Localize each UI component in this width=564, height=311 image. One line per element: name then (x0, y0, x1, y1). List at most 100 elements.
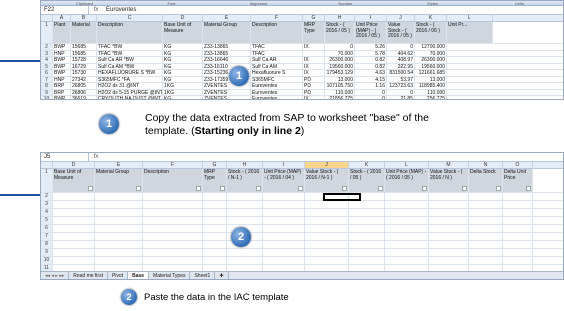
tab-base[interactable]: Base (128, 271, 150, 279)
column-header-N[interactable]: N (469, 162, 503, 168)
column-header-E[interactable]: E (95, 162, 143, 168)
table-cell[interactable]: Euroventes (251, 89, 303, 95)
header-cell[interactable]: Unit Price (MAP) - ( 2016 / 04 ) (263, 169, 305, 192)
ribbon-clipboard[interactable]: Clipboard (41, 1, 128, 6)
table-cell[interactable]: HNP (53, 50, 71, 56)
table-cell[interactable] (95, 225, 143, 232)
header-cell[interactable]: Delta Unit Price (503, 169, 533, 192)
table-cell[interactable]: 26805 (71, 83, 97, 89)
table-cell[interactable] (503, 193, 533, 200)
table-cell[interactable] (203, 193, 227, 200)
table-cell[interactable]: Z33-16646 (203, 57, 251, 63)
formula-input[interactable]: Euroventes (103, 7, 136, 13)
table-cell[interactable] (349, 249, 385, 256)
table-cell[interactable] (429, 233, 469, 240)
corner-cell[interactable] (41, 15, 53, 21)
table-cell[interactable]: 70.000 (415, 50, 447, 56)
table-cell[interactable]: 15730 (71, 70, 97, 76)
table-cell[interactable]: 15685 (71, 44, 97, 50)
table-cell[interactable] (305, 249, 349, 256)
table-cell[interactable] (385, 201, 429, 208)
table-cell[interactable] (263, 209, 305, 216)
filter-dropdown-icon[interactable] (526, 186, 531, 191)
table-cell[interactable]: CRYOLITH NA OUST @INT (97, 96, 163, 99)
column-header-I[interactable]: I (263, 162, 305, 168)
header-cell[interactable]: Description (143, 169, 203, 192)
table-cell[interactable] (349, 225, 385, 232)
header-cell[interactable]: Stock - ( 2016 / 05 ) (325, 22, 355, 43)
name-box[interactable]: J5 (41, 153, 89, 161)
column-header-G[interactable]: G (303, 15, 325, 21)
table-cell[interactable] (503, 201, 533, 208)
table-cell[interactable] (143, 249, 203, 256)
table-cell[interactable] (503, 257, 533, 264)
table-cell[interactable] (469, 257, 503, 264)
table-cell[interactable] (503, 225, 533, 232)
table-cell[interactable] (429, 225, 469, 232)
table-cell[interactable] (53, 217, 95, 224)
header-cell[interactable]: Value Stock - ( 2016 / N-1 ) (305, 169, 349, 192)
header-cell[interactable]: Base Unit of Measure (53, 169, 95, 192)
table-cell[interactable]: 53.97 (387, 76, 415, 82)
table-cell[interactable]: 123723.63 (387, 83, 415, 89)
column-header-B[interactable]: B (71, 15, 97, 21)
table-cell[interactable]: 0.82 (355, 63, 387, 69)
table-cell[interactable]: 70.000 (325, 50, 355, 56)
table-cell[interactable]: Sulf Ca AR *BW (97, 57, 163, 63)
table-cell[interactable]: 26300.000 (415, 57, 447, 63)
table-cell[interactable] (429, 201, 469, 208)
table-cell[interactable] (203, 217, 227, 224)
table-cell[interactable] (429, 209, 469, 216)
table-cell[interactable] (95, 257, 143, 264)
table-cell[interactable] (305, 209, 349, 216)
table-cell[interactable] (469, 217, 503, 224)
table-cell[interactable] (429, 217, 469, 224)
header-cell[interactable]: Stock - ( 2016 / 06 ) (415, 22, 447, 43)
table-cell[interactable]: 4.63 (355, 70, 387, 76)
table-cell[interactable] (305, 241, 349, 248)
table-cell[interactable]: 21.85 (387, 96, 415, 99)
table-cell[interactable]: 121661.685 (415, 70, 447, 76)
table-cell[interactable] (95, 201, 143, 208)
table-cell[interactable] (53, 249, 95, 256)
table-cell[interactable] (227, 209, 263, 216)
table-cell[interactable] (95, 233, 143, 240)
filter-dropdown-icon[interactable] (136, 186, 141, 191)
column-header-L[interactable]: L (385, 162, 429, 168)
header-cell[interactable]: Plant (53, 22, 71, 43)
table-cell[interactable] (203, 241, 227, 248)
tab-read-me-first[interactable]: Read me first (69, 271, 108, 279)
table-cell[interactable] (429, 249, 469, 256)
table-cell[interactable] (263, 217, 305, 224)
table-cell[interactable] (53, 241, 95, 248)
table-cell[interactable] (263, 257, 305, 264)
table-cell[interactable]: TFAC *BW (97, 44, 163, 50)
table-cell[interactable]: 13.000 (325, 76, 355, 82)
column-header-J[interactable]: J (305, 162, 349, 168)
table-cell[interactable] (143, 233, 203, 240)
table-cell[interactable] (95, 249, 143, 256)
table-cell[interactable] (503, 241, 533, 248)
header-cell[interactable]: Material Group (95, 169, 143, 192)
table-cell[interactable]: 0 (325, 44, 355, 50)
column-header-O[interactable]: O (503, 162, 533, 168)
table-cell[interactable]: KG (163, 44, 203, 50)
table-cell[interactable] (263, 225, 305, 232)
table-cell[interactable] (143, 193, 203, 200)
tab-pivot[interactable]: Pivot (108, 271, 129, 279)
table-cell[interactable] (429, 193, 469, 200)
table-cell[interactable]: 408.97 (387, 57, 415, 63)
column-header-I[interactable]: I (355, 15, 387, 21)
table-cell[interactable] (203, 257, 227, 264)
corner-cell[interactable] (41, 162, 53, 168)
table-cell[interactable] (385, 233, 429, 240)
table-cell[interactable]: BWP (53, 57, 71, 63)
table-cell[interactable]: H2O2 ds 31 @INT (97, 83, 163, 89)
table-cell[interactable]: 16729 (71, 63, 97, 69)
table-cell[interactable]: 27342 (71, 76, 97, 82)
table-cell[interactable] (203, 249, 227, 256)
table-cell[interactable]: IX (303, 96, 325, 99)
table-cell[interactable] (263, 233, 305, 240)
table-cell[interactable] (143, 257, 203, 264)
table-cell[interactable] (305, 233, 349, 240)
